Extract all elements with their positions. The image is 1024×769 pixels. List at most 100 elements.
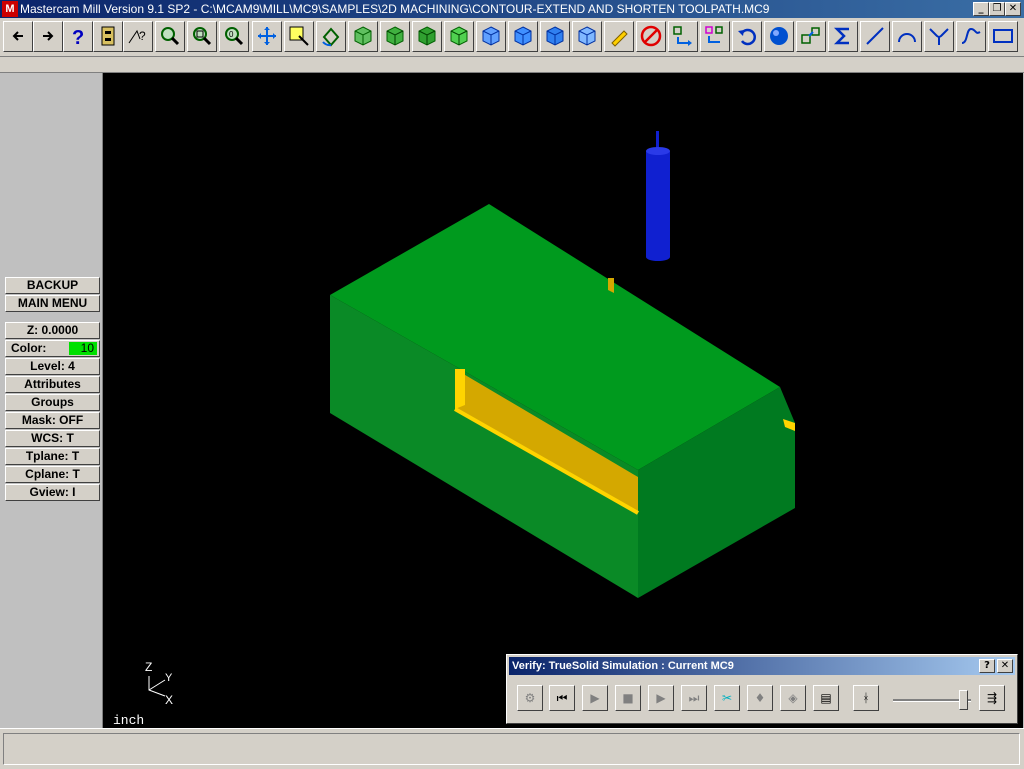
status-bar <box>0 728 1024 769</box>
backup-button[interactable]: BACKUP <box>5 277 100 294</box>
speed-slow-icon: ᚼ <box>862 691 870 705</box>
no-entry-button[interactable] <box>636 21 666 52</box>
forward-button[interactable] <box>33 21 63 52</box>
cube-view-2-button[interactable] <box>508 21 538 52</box>
iso-view-button[interactable] <box>348 21 378 52</box>
zoom-fit-icon: 0 <box>225 27 244 46</box>
right-view-button[interactable] <box>412 21 442 52</box>
no-entry-icon <box>640 25 662 47</box>
zoom-window-button[interactable] <box>155 21 185 52</box>
sigma-button[interactable] <box>828 21 858 52</box>
cube-view-4-button[interactable] <box>572 21 602 52</box>
rectangle-button[interactable] <box>988 21 1018 52</box>
translate-icon <box>673 26 692 46</box>
speed-slider-thumb[interactable] <box>959 690 968 710</box>
step-icon: ▶ <box>656 691 666 705</box>
cutting-tool <box>646 131 670 261</box>
speed-slow-button[interactable]: ᚼ <box>853 685 879 711</box>
graphics-viewport[interactable]: Z Y X inch <box>103 73 1023 728</box>
rectangle-icon <box>993 29 1013 43</box>
fillet-icon <box>929 28 949 45</box>
pencil-button[interactable] <box>604 21 634 52</box>
rewind-icon: ⏮ <box>556 691 568 705</box>
main-menu-button[interactable]: MAIN MENU <box>5 295 100 312</box>
top-view-button[interactable] <box>444 21 474 52</box>
color-label: Color: <box>11 341 47 355</box>
color-button[interactable]: Color: 10 <box>5 340 100 357</box>
cut-tool-icon: ✂ <box>721 691 733 705</box>
select-button[interactable] <box>284 21 314 52</box>
verify-close-button[interactable]: ✕ <box>997 659 1013 673</box>
select-icon <box>289 26 309 46</box>
cube-view-1-button[interactable] <box>476 21 506 52</box>
right-view-icon <box>418 26 436 46</box>
axis-x-label: X <box>165 693 173 707</box>
level-button[interactable]: Level: 4 <box>5 358 100 375</box>
file-cabinet-icon <box>101 26 115 46</box>
line-button[interactable] <box>860 21 890 52</box>
attributes-button[interactable]: Attributes <box>5 376 100 393</box>
show-holder-button[interactable]: ◈ <box>780 685 806 711</box>
analyze-button[interactable]: ? <box>123 21 153 52</box>
show-tool-button[interactable]: ♦ <box>747 685 773 711</box>
fillet-button[interactable] <box>924 21 954 52</box>
tplane-button[interactable]: Tplane: T <box>5 448 100 465</box>
pan-button[interactable] <box>252 21 282 52</box>
sigma-icon <box>833 27 849 45</box>
group-button[interactable] <box>796 21 826 52</box>
close-button[interactable]: ✕ <box>1005 2 1021 16</box>
save-stl-icon: ▤ <box>820 691 832 705</box>
rotate-button[interactable] <box>316 21 346 52</box>
axis-z-label: Z <box>145 660 152 674</box>
arc-button[interactable] <box>892 21 922 52</box>
fast-forward-button[interactable]: ⏭ <box>681 685 707 711</box>
rewind-button[interactable]: ⏮ <box>549 685 575 711</box>
cplane-button[interactable]: Cplane: T <box>5 466 100 483</box>
axis-y-label: Y <box>165 672 173 684</box>
cube-view-3-button[interactable] <box>540 21 570 52</box>
pan-icon <box>258 27 276 45</box>
verify-help-button[interactable]: ? <box>979 659 995 673</box>
undo-icon <box>738 28 756 46</box>
mask-button[interactable]: Mask: OFF <box>5 412 100 429</box>
play-button[interactable]: ▶ <box>582 685 608 711</box>
prompt-area <box>0 57 1024 73</box>
multi-translate-button[interactable] <box>700 21 730 52</box>
minimize-button[interactable]: _ <box>973 2 989 16</box>
back-button[interactable] <box>3 21 33 52</box>
title-bar: M Mastercam Mill Version 9.1 SP2 - C:\MC… <box>0 0 1024 18</box>
shade-button[interactable] <box>764 21 794 52</box>
verify-options-button[interactable]: ⚙ <box>517 685 543 711</box>
speed-fast-icon: ⇶ <box>986 691 998 705</box>
unzoom-button[interactable] <box>187 21 217 52</box>
speed-fast-button[interactable]: ⇶ <box>979 685 1005 711</box>
pocket-wall <box>455 369 465 409</box>
spline-button[interactable] <box>956 21 986 52</box>
restore-button[interactable]: ❐ <box>989 2 1005 16</box>
translate-button[interactable] <box>668 21 698 52</box>
unzoom-icon <box>193 27 212 46</box>
cut-tool-button[interactable]: ✂ <box>714 685 740 711</box>
group-icon <box>801 27 820 44</box>
file-button[interactable] <box>93 21 123 52</box>
z-depth-button[interactable]: Z: 0.0000 <box>5 322 100 339</box>
svg-text:0: 0 <box>229 30 234 39</box>
step-button[interactable]: ▶ <box>648 685 674 711</box>
save-stl-button[interactable]: ▤ <box>813 685 839 711</box>
gview-button[interactable]: Gview: I <box>5 484 100 501</box>
front-view-icon <box>386 26 404 46</box>
play-icon: ▶ <box>590 691 600 705</box>
multi-translate-icon <box>705 26 723 43</box>
top-view-icon <box>450 26 468 46</box>
help-button[interactable]: ? <box>63 21 93 52</box>
fast-forward-icon: ⏭ <box>688 691 700 705</box>
zoom-fit-button[interactable]: 0 <box>219 21 249 52</box>
cube-view-2-icon <box>514 26 532 46</box>
wcs-button[interactable]: WCS: T <box>5 430 100 447</box>
groups-button[interactable]: Groups <box>5 394 100 411</box>
arc-icon <box>898 33 916 43</box>
front-view-button[interactable] <box>380 21 410 52</box>
stop-button[interactable]: ■ <box>615 685 641 711</box>
undo-button[interactable] <box>732 21 762 52</box>
cube-view-3-icon <box>546 26 564 46</box>
